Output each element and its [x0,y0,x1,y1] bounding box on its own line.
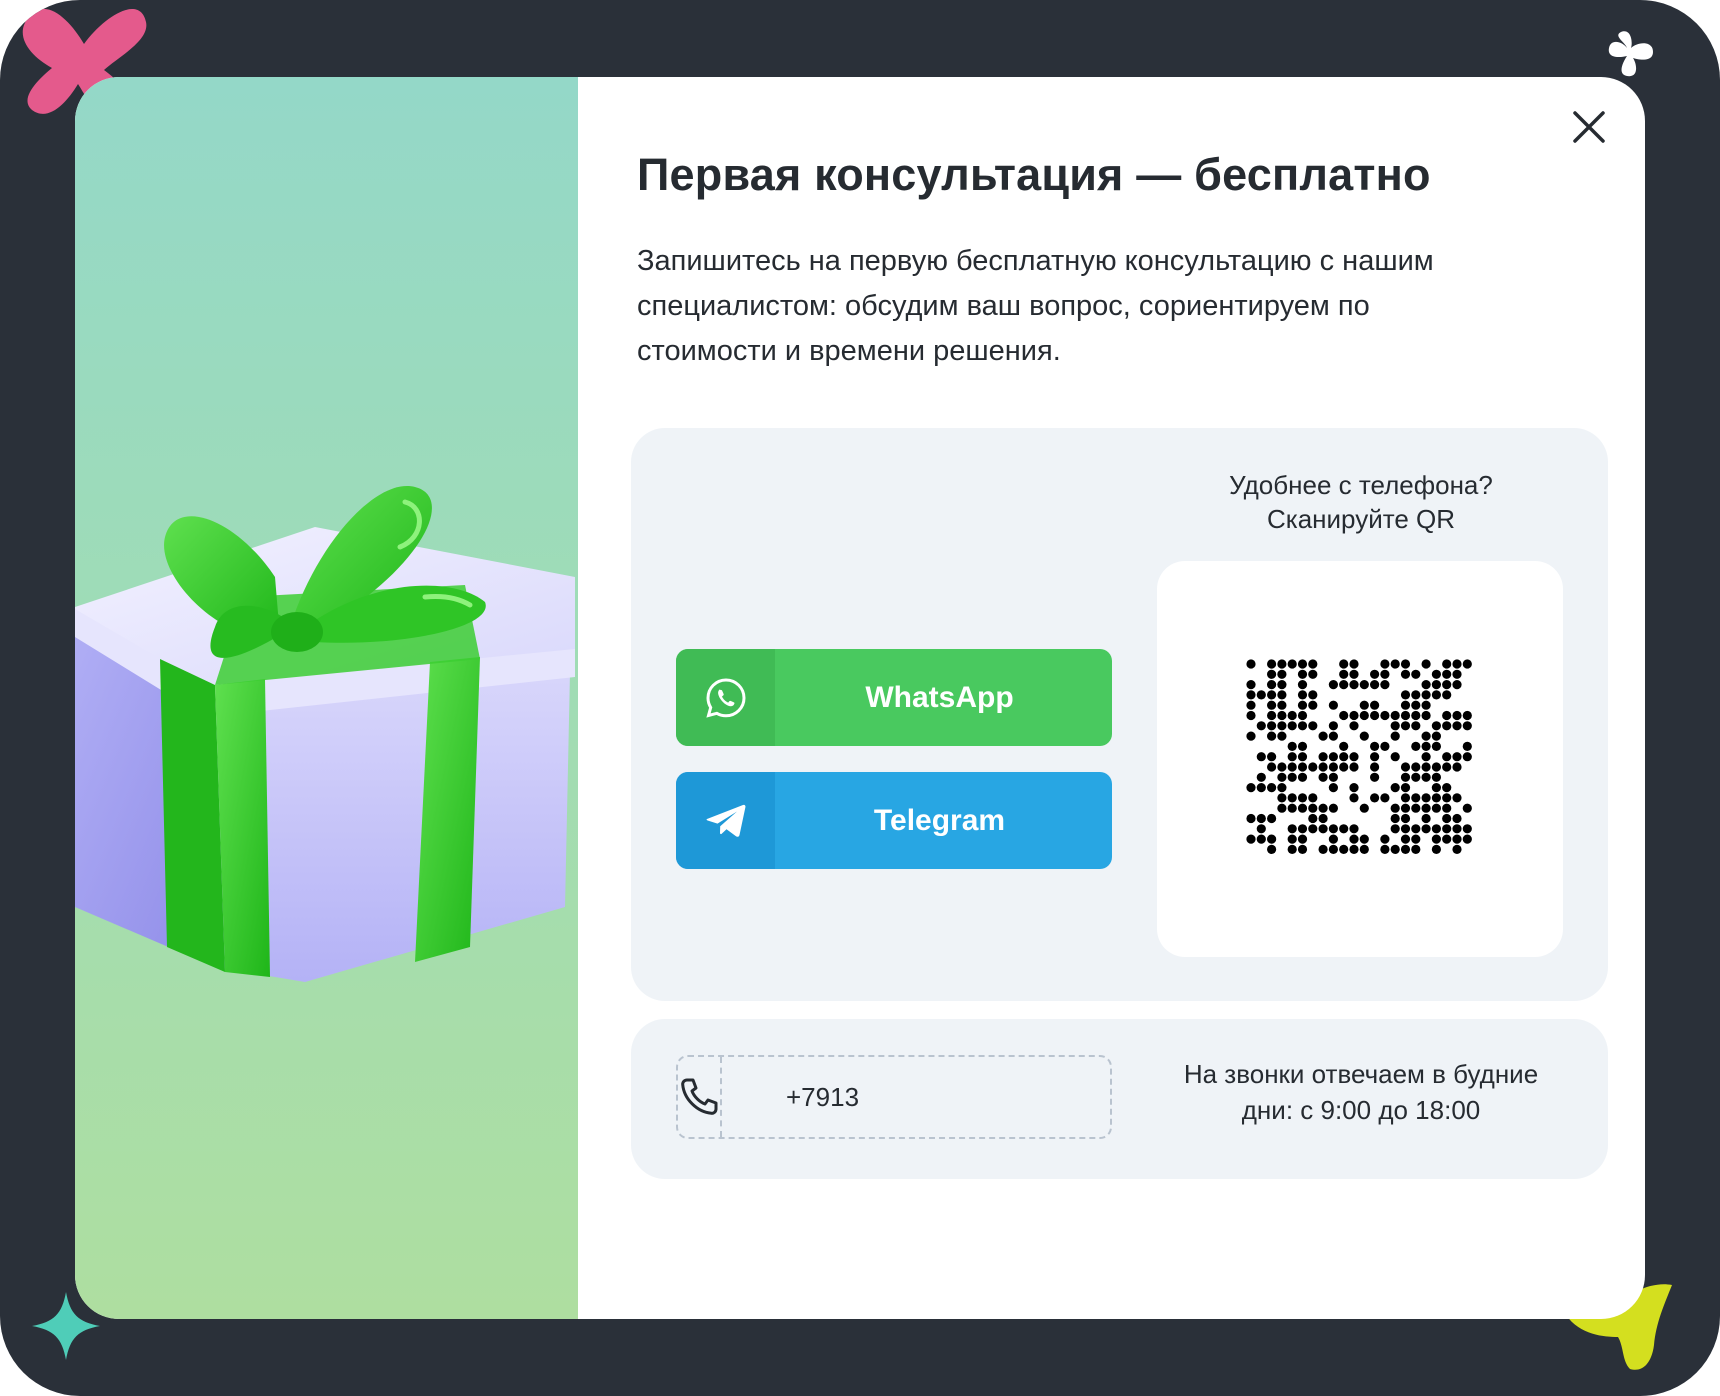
messengers-card: WhatsApp Telegram Удобнее с телефона? Ск… [631,428,1608,1001]
gift-illustration [75,486,575,982]
qr-code-image [1246,659,1472,854]
whatsapp-icon-box [676,649,775,746]
telegram-button[interactable]: Telegram [676,772,1112,869]
modal-title: Первая консультация — бесплатно [637,149,1431,200]
whatsapp-button[interactable]: WhatsApp [676,649,1112,746]
phone-field[interactable] [676,1055,1123,1139]
call-hours-line1: На звонки отвечаем в будние [1183,1059,1539,1089]
modal-content: Первая консультация — бесплатно Запишите… [578,77,1645,1319]
consultation-modal: Первая консультация — бесплатно Запишите… [75,77,1645,1319]
telegram-icon-box [676,772,775,869]
whatsapp-label: WhatsApp [865,680,1014,714]
modal-description: Запишитесь на первую бесплатную консульт… [637,245,1434,367]
qr-caption: Удобнее с телефона? Сканируйте QR [1161,468,1561,536]
phone-icon [681,1078,718,1115]
call-hours-text: На звонки отвечаем в будние дни: с 9:00 … [1151,1056,1571,1128]
telegram-label: Telegram [873,803,1006,837]
phone-card: На звонки отвечаем в будние дни: с 9:00 … [631,1019,1608,1179]
qr-caption-line1: Удобнее с телефона? [1229,470,1493,500]
telegram-icon [706,804,745,837]
promo-panel [75,77,578,1319]
popup-frame: Первая консультация — бесплатно Запишите… [0,0,1720,1396]
qr-code-box[interactable] [1157,561,1563,957]
whatsapp-icon [705,677,746,718]
close-icon [1573,111,1605,143]
phone-input[interactable] [722,1057,1123,1137]
qr-caption-line2: Сканируйте QR [1266,504,1456,534]
close-button[interactable] [1565,103,1613,151]
white-star-decoration [1608,31,1653,77]
phone-icon-box [678,1057,722,1137]
call-hours-line2: дни: с 9:00 до 18:00 [1241,1095,1481,1125]
